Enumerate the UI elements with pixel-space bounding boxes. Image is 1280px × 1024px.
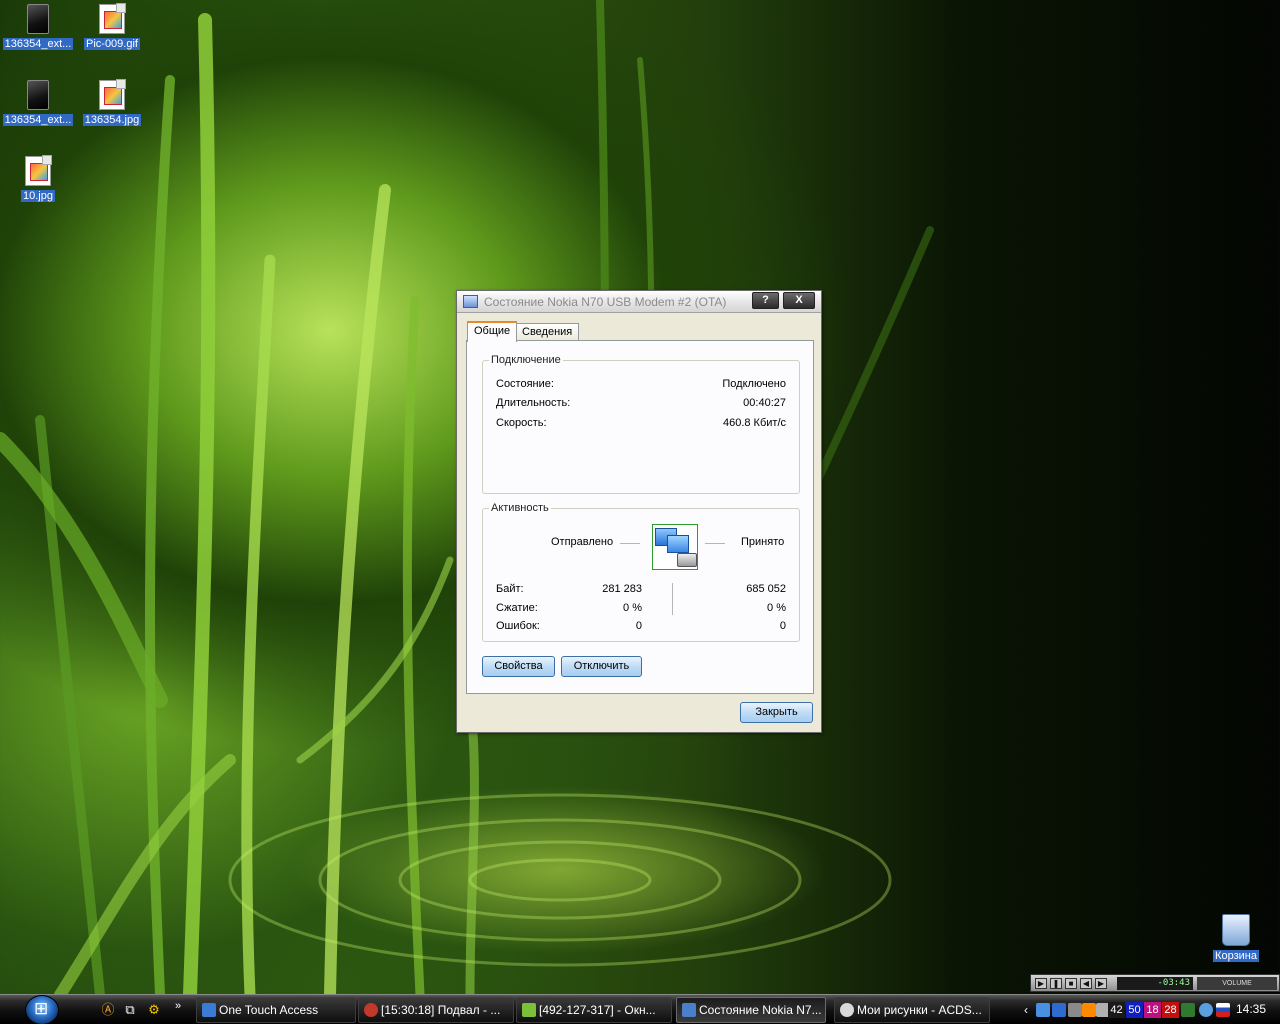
desktop-icon-label: 136354.jpg xyxy=(82,114,142,126)
tray-expand-icon[interactable]: ‹ xyxy=(1018,1002,1034,1018)
taskbar-item-label: One Touch Access xyxy=(219,1003,319,1017)
tab-panel-general: Подключение Состояние: Подключено Длител… xyxy=(466,340,814,694)
pause-icon[interactable]: ❚ xyxy=(1050,978,1062,989)
speed-label: Скорость: xyxy=(496,417,547,429)
system-tray: ‹ 42 50 18 28 14:35 xyxy=(1018,995,1280,1024)
image-file-icon xyxy=(99,79,126,110)
activity-group: Активность Отправлено Принято Байт: 281 … xyxy=(482,502,800,642)
taskbar-item-acdsee[interactable]: Мои рисунки - ACDS... xyxy=(834,997,990,1023)
previous-icon[interactable]: ◀ xyxy=(1080,978,1092,989)
taskbar-item-chat-window[interactable]: [492-127-317] - Окн... xyxy=(516,997,672,1023)
errors-sent-value: 0 xyxy=(635,620,642,632)
duration-value: 00:40:27 xyxy=(743,397,786,409)
start-button[interactable] xyxy=(25,995,59,1024)
image-file-icon xyxy=(25,155,52,186)
desktop-icon-label: 136354_ext... xyxy=(2,38,74,50)
received-label: Принято xyxy=(741,536,785,548)
desktop-icon-label: Pic-009.gif xyxy=(84,38,140,50)
desktop-icon-136354-jpg[interactable]: 136354.jpg xyxy=(74,79,150,129)
speed-value: 460.8 Кбит/с xyxy=(722,417,786,429)
tray-app-icon[interactable] xyxy=(1036,1003,1050,1017)
connection-status-dialog: Состояние Nokia N70 USB Modem #2 (OTA) ?… xyxy=(456,290,822,733)
bytes-received-value: 685 052 xyxy=(746,583,786,595)
errors-received-value: 0 xyxy=(779,620,786,632)
tray-browser-icon[interactable] xyxy=(1199,1003,1213,1017)
tab-general[interactable]: Общие xyxy=(467,321,518,342)
tray-counter-4[interactable]: 28 xyxy=(1162,1002,1179,1018)
disconnect-button[interactable]: Отключить xyxy=(561,656,642,677)
language-flag-icon[interactable] xyxy=(1216,1003,1230,1017)
tray-device-icon[interactable] xyxy=(1068,1003,1082,1017)
compression-label: Сжатие: xyxy=(496,602,538,614)
volume-slider[interactable]: VOLUME xyxy=(1197,977,1277,990)
status-label: Состояние: xyxy=(496,378,554,390)
tray-counter-2[interactable]: 50 xyxy=(1126,1002,1143,1018)
app-icon xyxy=(522,1003,536,1017)
desktop-icon-136354-ext-2[interactable]: 136354_ext... xyxy=(0,80,76,129)
sent-label: Отправлено xyxy=(551,536,614,548)
tray-counter-3[interactable]: 18 xyxy=(1144,1002,1161,1018)
taskbar-item-label: Состояние Nokia N7... xyxy=(699,1003,822,1017)
close-dialog-button[interactable]: Закрыть xyxy=(740,702,813,723)
sent-line xyxy=(620,543,640,544)
properties-button[interactable]: Свойства xyxy=(482,656,555,677)
taskbar-item-nokia-status[interactable]: Состояние Nokia N7... xyxy=(676,997,826,1023)
duration-label: Длительность: xyxy=(496,397,571,409)
tray-network-icon[interactable] xyxy=(1052,1003,1066,1017)
tray-counter-1[interactable]: 42 xyxy=(1108,1002,1125,1018)
app-icon xyxy=(682,1003,696,1017)
activity-divider xyxy=(672,583,673,615)
app-icon xyxy=(364,1003,378,1017)
taskbar: Ⓐ ⧉ ⚙ » One Touch Access [15:30:18] Подв… xyxy=(0,994,1280,1024)
track-time-display: -03:43 xyxy=(1117,977,1193,990)
play-icon[interactable]: ▶ xyxy=(1035,978,1047,989)
compression-sent-value: 0 % xyxy=(623,602,642,614)
taskbar-item-label: [15:30:18] Подвал - ... xyxy=(381,1003,501,1017)
media-player-toolbar: ▶ ❚ ■ ◀ ▶ -03:43 VOLUME xyxy=(1030,974,1280,992)
help-button[interactable]: ? xyxy=(752,292,779,309)
tray-monitor-icon[interactable] xyxy=(1181,1003,1195,1017)
status-value: Подключено xyxy=(722,378,786,390)
desktop-icon-label: 136354_ext... xyxy=(2,114,74,126)
tool-icon[interactable]: ⚙ xyxy=(146,1002,162,1018)
bytes-label: Байт: xyxy=(496,583,524,595)
desktop-icon-136354-ext-1[interactable]: 136354_ext... xyxy=(0,4,76,53)
taskbar-item-label: Мои рисунки - ACDS... xyxy=(857,1003,982,1017)
image-file-icon xyxy=(99,3,126,34)
received-line xyxy=(705,543,725,544)
dialog-title: Состояние Nokia N70 USB Modem #2 (OTA) xyxy=(484,295,727,309)
connection-group: Подключение Состояние: Подключено Длител… xyxy=(482,354,800,494)
close-button[interactable]: X xyxy=(783,292,815,309)
next-icon[interactable]: ▶ xyxy=(1095,978,1107,989)
chevron-more-icon[interactable]: » xyxy=(170,998,186,1014)
network-window-icon xyxy=(463,295,478,308)
dialog-titlebar[interactable]: Состояние Nokia N70 USB Modem #2 (OTA) ?… xyxy=(457,291,821,313)
app-icon xyxy=(840,1003,854,1017)
tab-details[interactable]: Сведения xyxy=(515,323,580,341)
taskbar-item-label: [492-127-317] - Окн... xyxy=(539,1003,656,1017)
activity-group-label: Активность xyxy=(489,502,551,514)
taskbar-item-one-touch[interactable]: One Touch Access xyxy=(196,997,356,1023)
desktop-icon-label: Корзина xyxy=(1213,950,1259,962)
network-icon[interactable]: ⧉ xyxy=(122,1002,138,1018)
network-activity-icon xyxy=(652,524,698,570)
errors-label: Ошибок: xyxy=(496,620,540,632)
dark-file-icon xyxy=(27,4,49,34)
connection-group-label: Подключение xyxy=(489,354,563,366)
desktop-icon-label: 10.jpg xyxy=(21,190,55,202)
desktop-icon-pic-009[interactable]: Pic-009.gif xyxy=(74,3,150,53)
tray-player-icon[interactable] xyxy=(1082,1003,1096,1017)
clock[interactable]: 14:35 xyxy=(1236,1002,1266,1016)
avast-icon[interactable]: Ⓐ xyxy=(100,1002,116,1018)
taskbar-item-podval[interactable]: [15:30:18] Подвал - ... xyxy=(358,997,514,1023)
desktop-icon-recycle-bin[interactable]: Корзина xyxy=(1198,914,1274,965)
bytes-sent-value: 281 283 xyxy=(602,583,642,595)
dark-file-icon xyxy=(27,80,49,110)
stop-icon[interactable]: ■ xyxy=(1065,978,1077,989)
recycle-bin-icon xyxy=(1222,914,1250,946)
app-icon xyxy=(202,1003,216,1017)
compression-received-value: 0 % xyxy=(767,602,786,614)
desktop-icon-10-jpg[interactable]: 10.jpg xyxy=(0,155,76,205)
